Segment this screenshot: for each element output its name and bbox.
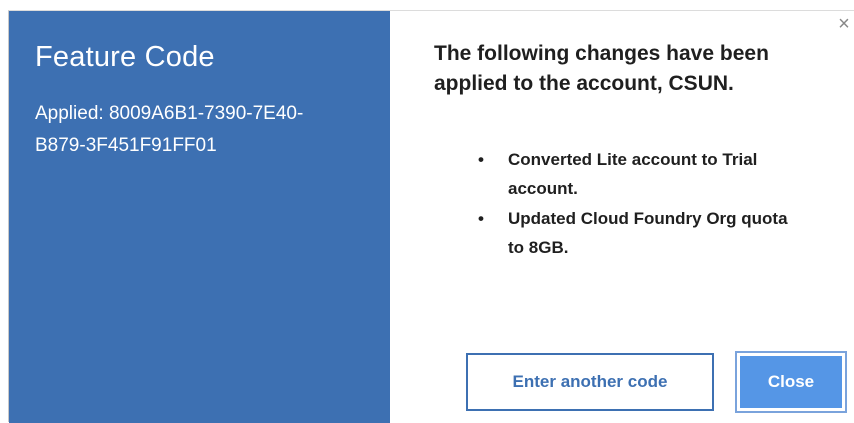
changes-heading: The following changes have been applied … bbox=[434, 42, 769, 95]
change-text: Updated Cloud Foundry Org quota to 8GB. bbox=[508, 209, 788, 257]
bullet-icon: • bbox=[478, 209, 484, 228]
applied-code-text: Applied: 8009A6B1-7390-7E40-B879-3F451F9… bbox=[35, 103, 304, 156]
modal-info-panel: Feature Code Applied: 8009A6B1-7390-7E40… bbox=[9, 11, 390, 423]
close-icon[interactable]: × bbox=[836, 14, 852, 34]
bullet-icon: • bbox=[478, 150, 484, 169]
feature-code-modal: Feature Code Applied: 8009A6B1-7390-7E40… bbox=[8, 10, 854, 423]
close-button[interactable]: Close bbox=[740, 356, 842, 408]
modal-content-panel: × The following changes have been applie… bbox=[390, 11, 854, 423]
enter-another-code-button[interactable]: Enter another code bbox=[466, 353, 714, 411]
list-item: • Updated Cloud Foundry Org quota to 8GB… bbox=[478, 204, 808, 262]
change-text: Converted Lite account to Trial account. bbox=[508, 150, 758, 198]
panel-title: Feature Code bbox=[35, 41, 215, 73]
close-button-focus-ring: Close bbox=[735, 351, 847, 413]
list-item: • Converted Lite account to Trial accoun… bbox=[478, 145, 808, 203]
changes-list: • Converted Lite account to Trial accoun… bbox=[434, 145, 854, 263]
